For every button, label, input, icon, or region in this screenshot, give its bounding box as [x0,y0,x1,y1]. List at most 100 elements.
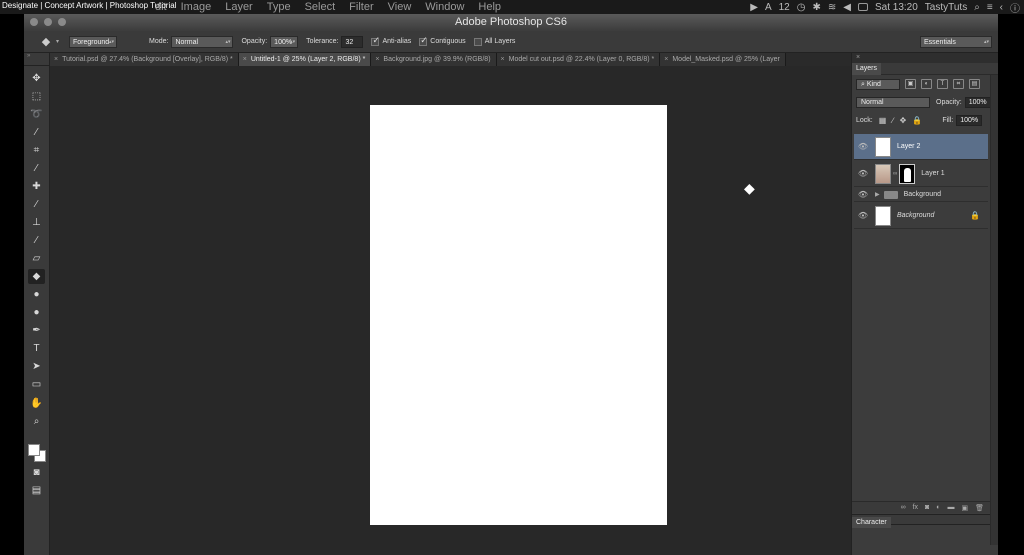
tab-untitled-1[interactable]: × Untitled-1 @ 25% (Layer 2, RGB/8) * [238,53,372,66]
clone-stamp-tool-icon[interactable]: ⊥ [28,215,45,230]
close-tab-icon[interactable]: × [664,56,668,63]
tools-panel-collapse-icon[interactable]: » [24,53,49,66]
clock[interactable]: Sat 13:20 [875,2,918,13]
paint-bucket-tool-icon[interactable]: ◆ [28,269,45,284]
menu-layer[interactable]: Layer [218,0,260,14]
zoom-tool-icon[interactable]: ⌕ [28,414,45,429]
lasso-tool-icon[interactable]: ➰ [28,107,45,122]
visibility-eye-icon[interactable]: 👁 [857,169,869,178]
visibility-eye-icon[interactable]: 👁 [857,142,869,151]
pattern-picker[interactable] [123,35,142,48]
lock-image-icon[interactable]: ∕ [892,116,893,125]
close-tab-icon[interactable]: × [243,56,247,63]
visibility-eye-icon[interactable]: 👁 [857,211,869,220]
layer-opacity-input[interactable]: 100% [964,96,991,108]
menu-image[interactable]: Image [174,0,219,14]
filter-smart-object-icon[interactable]: ▤ [969,79,980,89]
document-workspace[interactable]: ◆ [50,66,851,555]
close-tab-icon[interactable]: × [54,56,58,63]
paint-bucket-preset-icon[interactable]: ◆ [36,34,56,50]
layers-tab[interactable]: Layers [852,62,882,75]
filter-shape-icon[interactable]: ⌗ [953,79,964,89]
eraser-tool-icon[interactable]: ▱ [28,251,45,266]
workspace-dropdown[interactable]: Essentials [920,36,992,48]
tab-model-masked[interactable]: × Model_Masked.psd @ 25% (Layer [660,53,786,66]
blend-mode-dropdown[interactable]: Normal [856,96,930,108]
new-layer-icon[interactable]: ▣ [961,504,968,512]
lock-position-icon[interactable]: ✥ [900,116,907,125]
menu-filter[interactable]: Filter [342,0,380,14]
quick-mask-icon[interactable]: ◙ [28,465,45,480]
adobe-icon[interactable]: A [765,2,772,13]
blur-tool-icon[interactable]: ● [28,287,45,302]
share-icon[interactable]: ‹ [1000,2,1003,13]
hand-tool-icon[interactable]: ✋ [28,396,45,411]
visibility-eye-icon[interactable]: 👁 [857,190,869,199]
zoom-window-icon[interactable] [58,18,66,26]
layer-mask-thumbnail[interactable] [899,163,916,184]
layer-row-layer-2[interactable]: 👁 Layer 2 [854,134,988,160]
contiguous-checkbox[interactable] [419,35,428,46]
filter-kind-dropdown[interactable]: ⌕ Kind [856,78,900,90]
tolerance-input[interactable]: 32 [341,35,364,48]
add-mask-icon[interactable]: ◙ [925,504,929,511]
rectangle-tool-icon[interactable]: ▭ [28,377,45,392]
lock-all-icon[interactable]: 🔒 [912,116,922,125]
preset-dropdown-arrow-icon[interactable]: ▾ [56,38,59,45]
user-name[interactable]: TastyTuts [925,2,967,13]
close-tab-icon[interactable]: × [375,56,379,63]
bluetooth-icon[interactable]: ✱ [812,2,820,13]
minimize-window-icon[interactable] [44,18,52,26]
foreground-color-swatch[interactable] [28,444,40,456]
fill-input[interactable]: 100% [956,114,983,126]
link-layers-icon[interactable]: ∞ [901,504,906,511]
layer-row-layer-1[interactable]: 👁 ∞ Layer 1 [854,161,988,187]
layer-style-icon[interactable]: fx [913,504,918,511]
brush-tool-icon[interactable]: ∕ [28,197,45,212]
type-tool-icon[interactable]: T [28,341,45,356]
screen-mode-icon[interactable]: ▤ [28,483,45,498]
anti-alias-checkbox[interactable] [371,35,380,46]
move-tool-icon[interactable]: ✥ [28,71,45,86]
filter-adjustment-icon[interactable]: ◐ [921,79,932,89]
spotlight-icon[interactable]: ⌕ [974,2,980,13]
menu-window[interactable]: Window [418,0,471,14]
history-brush-tool-icon[interactable]: ∕ [28,233,45,248]
volume-icon[interactable]: ◀ [843,2,851,13]
wifi-icon[interactable]: ≋ [828,2,836,13]
close-tab-icon[interactable]: × [501,56,505,63]
mask-link-icon[interactable]: ∞ [893,171,897,177]
filter-pixel-icon[interactable]: ▣ [905,79,916,89]
menu-select[interactable]: Select [298,0,343,14]
pen-tool-icon[interactable]: ✒ [28,323,45,338]
menu-view[interactable]: View [381,0,419,14]
panel-dock-header[interactable]: × [852,53,998,63]
document-canvas[interactable] [370,105,667,525]
character-tab[interactable]: Character [852,517,891,528]
layer-row-background[interactable]: 👁 Background 🔒 [854,203,988,229]
all-layers-checkbox[interactable] [473,37,482,46]
path-selection-tool-icon[interactable]: ➤ [28,359,45,374]
menu-type[interactable]: Type [260,0,298,14]
battery-icon[interactable] [857,3,868,11]
tab-tutorial[interactable]: × Tutorial.psd @ 27.4% (Background [Overl… [50,53,239,66]
screen-record-icon[interactable]: ▶ [750,2,758,13]
time-machine-icon[interactable]: ◷ [797,2,806,13]
menu-help[interactable]: Help [471,0,508,14]
tab-background[interactable]: × Background.jpg @ 39.9% (RGB/8) [371,53,497,66]
crop-tool-icon[interactable]: ⌗ [28,143,45,158]
delete-layer-icon[interactable]: 🗑 [975,504,984,512]
new-group-icon[interactable]: ▬ [947,504,954,511]
list-icon[interactable]: ≡ [987,2,993,13]
eyedropper-tool-icon[interactable]: ⁄ [28,161,45,176]
quick-selection-tool-icon[interactable]: ⁄ [28,125,45,140]
mode-dropdown[interactable]: Normal [171,35,234,48]
healing-brush-tool-icon[interactable]: ✚ [28,179,45,194]
marquee-tool-icon[interactable]: ⬚ [28,89,45,104]
layer-row-background-group[interactable]: 👁 ▶ Background [854,188,988,202]
dodge-tool-icon[interactable]: ● [28,305,45,320]
info-icon[interactable]: ⓘ [1010,0,1020,15]
opacity-dropdown[interactable]: 100% [270,35,299,48]
fill-source-dropdown[interactable]: Foreground [69,35,118,48]
lock-transparent-icon[interactable]: ▦ [879,116,887,125]
